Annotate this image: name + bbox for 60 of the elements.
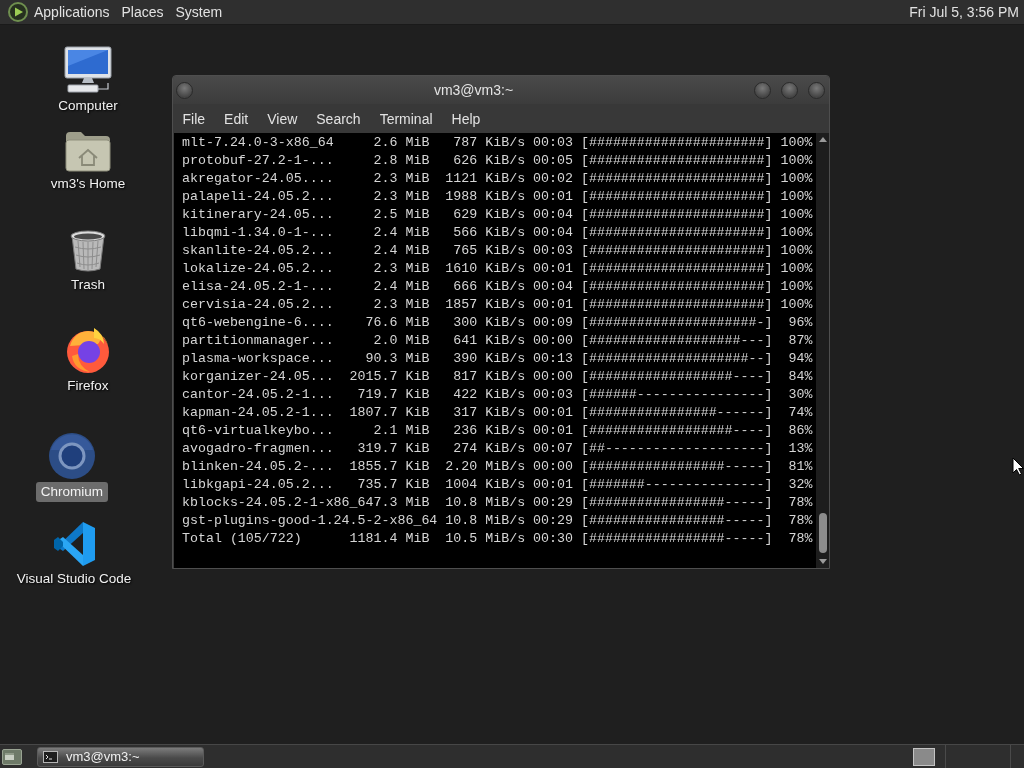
terminal-line: mlt-7.24.0-3-x86_64 2.6 MiB 787 KiB/s 00:03 [######################] 100% — [182, 134, 813, 152]
terminal-line: kitinerary-24.05... 2.5 MiB 629 KiB/s 00:04 [######################] 100% — [182, 206, 813, 224]
window-menu-button[interactable] — [176, 81, 193, 99]
menu-item[interactable]: Edit — [214, 104, 258, 133]
mouse-pointer-icon — [1012, 457, 1024, 476]
terminal-line: libkgapi-24.05.2... 735.7 KiB 1004 KiB/s 00:01 [#######---------------] 32% — [182, 476, 813, 494]
terminal-line: libqmi-1.34.0-1-... 2.4 MiB 566 KiB/s 00:04 [######################] 100% — [182, 224, 813, 242]
terminal-line: avogadro-fragmen... 319.7 KiB 274 KiB/s 00:07 [##--------------------] 13% — [182, 440, 813, 458]
play-circle-icon[interactable] — [8, 2, 28, 22]
menu-item[interactable]: Help — [442, 104, 490, 133]
desktop-icon[interactable] — [2, 748, 22, 765]
terminal-line: Total (105/722) 1181.4 MiB 10.5 MiB/s 00:30 [#################-----] 78% — [182, 530, 813, 548]
terminal-line: qt6-virtualkeybo... 2.1 MiB 236 KiB/s 00:01 [##################----] 86% — [182, 422, 813, 440]
terminal-line: akregator-24.05.... 2.3 MiB 1121 KiB/s 00:02 [######################] 100% — [182, 170, 813, 188]
desktop-icon-label[interactable]: Computer — [53, 96, 123, 116]
desktop-icon-label[interactable]: Chromium — [35, 482, 109, 502]
computer-icon[interactable] — [64, 46, 112, 94]
desktop-icon-label[interactable]: Visual Studio Code — [11, 569, 137, 589]
clock[interactable]: Fri Jul 5, 3:56 PM — [909, 0, 1019, 24]
chromium-icon[interactable] — [48, 432, 96, 480]
maximize-button[interactable] — [781, 81, 798, 99]
home-folder-icon[interactable] — [64, 130, 112, 172]
firefox-icon[interactable] — [64, 326, 112, 374]
terminal-line: qt6-webengine-6.... 76.6 MiB 300 KiB/s 00:09 [#####################-] 96% — [182, 314, 813, 332]
terminal-line: kapman-24.05.2-1... 1807.7 KiB 317 KiB/s 00:01 [################------] 74% — [182, 404, 813, 422]
scrollbar-thumb[interactable] — [818, 513, 827, 553]
terminal-line: kblocks-24.05.2-1-x86_647.3 MiB 10.8 MiB/s 00:29 [#################-----] 78% — [182, 494, 813, 512]
menu-item[interactable]: Terminal — [370, 104, 443, 133]
menu-item[interactable]: View — [257, 104, 307, 133]
menu-item[interactable]: Search — [306, 104, 371, 133]
close-button[interactable] — [808, 81, 825, 99]
desktop-icon-label[interactable]: Trash — [66, 275, 110, 295]
menu-item[interactable]: File — [173, 104, 215, 133]
terminal-line: cervisia-24.05.2... 2.3 MiB 1857 KiB/s 00:01 [######################] 100% — [182, 296, 813, 314]
vscode-icon[interactable] — [52, 521, 96, 567]
terminal-line: elisa-24.05.2-1-... 2.4 MiB 666 KiB/s 00:04 [######################] 100% — [182, 278, 813, 296]
terminal-line: partitionmanager... 2.0 MiB 641 KiB/s 00:00 [###################---] 87% — [182, 332, 813, 350]
panel-menu[interactable]: Places — [115, 0, 170, 24]
terminal-line: korganizer-24.05... 2015.7 KiB 817 KiB/s 00:00 [##################----] 84% — [182, 368, 813, 386]
terminal-line: skanlite-24.05.2... 2.4 MiB 765 KiB/s 00:03 [######################] 100% — [182, 242, 813, 260]
taskbar-window-button[interactable]: vm3@vm3:~ — [37, 746, 204, 767]
minimize-button[interactable] — [754, 81, 771, 99]
terminal-line: protobuf-27.2-1-... 2.8 MiB 626 KiB/s 00:05 [######################] 100% — [182, 152, 813, 170]
panel-menu[interactable]: Applications — [28, 0, 116, 24]
trash-icon[interactable] — [68, 229, 108, 273]
up-arrow-icon[interactable] — [818, 137, 827, 142]
terminal-line: cantor-24.05.2-1... 719.7 KiB 422 KiB/s 00:03 [######----------------] 30% — [182, 386, 813, 404]
terminal-line: blinken-24.05.2-... 1855.7 KiB 2.20 MiB/s 00:00 [#################-----] 81% — [182, 458, 813, 476]
window-title: vm3@vm3:~ — [432, 82, 515, 98]
scrollbar[interactable] — [816, 133, 829, 568]
panel-menu[interactable]: System — [169, 0, 229, 24]
terminal-line: plasma-workspace... 90.3 MiB 390 KiB/s 00:13 [####################--] 94% — [182, 350, 813, 368]
desktop-icon-label[interactable]: vm3's Home — [45, 174, 131, 194]
terminal-line: gst-plugins-good-1.24.5-2-x86_64 10.8 MiB/s 00:29 [#################-----] 78% — [182, 512, 813, 530]
terminal-line: lokalize-24.05.2... 2.3 MiB 1610 KiB/s 00:01 [######################] 100% — [182, 260, 813, 278]
terminal-icon — [43, 750, 58, 763]
down-arrow-icon[interactable] — [818, 559, 827, 564]
terminal-line: palapeli-24.05.2... 2.3 MiB 1988 KiB/s 00:01 [######################] 100% — [182, 188, 813, 206]
workspace-switcher[interactable] — [913, 747, 935, 766]
desktop-icon-label[interactable]: Firefox — [62, 376, 114, 396]
